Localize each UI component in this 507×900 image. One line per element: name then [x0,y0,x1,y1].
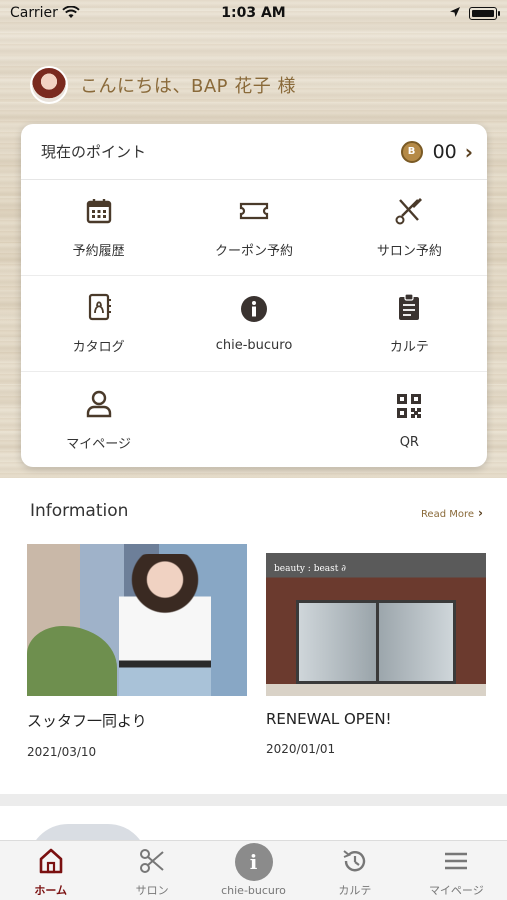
menu-label: chie-bucuro [215,338,293,353]
history-icon [341,847,369,879]
coin-icon: B [400,140,423,163]
home-icon [37,847,65,879]
information-section: Information Read More › スッタフ一同より 2021/03/… [0,478,507,794]
tab-label: chie-bucuro [221,884,286,897]
points-value: 00 [432,140,457,163]
tab-home[interactable]: ホーム [0,841,101,900]
news-date: 2020/01/01 [266,742,336,756]
menu-row: マイページ QR [21,372,487,468]
menu-karte[interactable]: カルテ [332,276,487,371]
tab-label: マイページ [428,884,484,897]
menu-label: カルテ [389,340,429,355]
menu-row: 予約履歴 クーポン予約 サロン予約 [21,180,487,276]
location-arrow-icon [449,6,461,22]
chevron-right-icon: › [478,506,483,520]
info-icon: i [234,843,273,881]
menu-label: QR [399,434,419,450]
news-thumbnail: beauty : beast ∂ [266,544,486,696]
menu-salon-reservation[interactable]: サロン予約 [332,180,487,275]
news-headline: RENEWAL OPEN! [266,710,392,728]
chevron-right-icon: › [464,139,473,164]
menu-empty-cell [176,372,331,468]
status-bar: Carrier 1:03 AM [0,0,507,26]
status-time: 1:03 AM [221,5,286,21]
read-more-link[interactable]: Read More › [421,506,483,520]
tab-karte[interactable]: カルテ [304,841,405,900]
catalog-book-icon [84,292,114,326]
menu-coupon-reservation[interactable]: クーポン予約 [176,180,331,275]
menu-chie-bucuro[interactable]: chie-bucuro [176,276,331,371]
news-thumbnail [27,544,247,696]
ticket-icon [232,196,276,230]
news-item[interactable]: スッタフ一同より 2021/03/10 [27,544,247,759]
tab-label: サロン [135,884,169,897]
greeting: こんにちは、BAP 花子 様 [30,66,296,104]
tab-label: ホーム [34,884,68,897]
information-title: Information [30,501,129,521]
storefront-sign-text: beauty : beast ∂ [274,564,346,574]
menu-reservation-history[interactable]: 予約履歴 [21,180,176,275]
battery-icon [469,7,500,20]
menu-mypage[interactable]: マイページ [21,372,176,468]
scissors-comb-icon [394,196,424,230]
tab-label: カルテ [338,884,372,897]
news-item[interactable]: beauty : beast ∂ RENEWAL OPEN! 2020/01/0… [266,544,486,756]
clipboard-icon [394,292,424,326]
menu-qr[interactable]: QR [332,372,487,468]
info-icon [239,294,269,328]
menu-catalog[interactable]: カタログ [21,276,176,371]
menu-label: マイページ [66,436,132,452]
scissors-icon [138,847,166,879]
menu-label: 予約履歴 [72,244,125,259]
tab-bar: ホーム サロン i chie-bucuro カルテ マイページ [0,840,507,900]
tab-salon[interactable]: サロン [101,841,202,900]
menu-label: カタログ [72,340,125,355]
menu-label: サロン予約 [376,244,442,259]
tab-chie-bucuro[interactable]: i chie-bucuro [203,841,304,900]
points-header[interactable]: 現在のポイント B 00 › [21,124,487,180]
greeting-text: こんにちは、BAP 花子 様 [80,76,296,97]
points-title: 現在のポイント [41,143,147,161]
news-headline: スッタフ一同より [27,712,147,730]
avatar[interactable] [30,66,68,104]
tab-mypage[interactable]: マイページ [406,841,507,900]
user-icon [84,389,114,423]
menu-label: クーポン予約 [214,244,293,259]
qr-code-icon [394,391,424,425]
points-card: 現在のポイント B 00 › 予約履歴 クーポン予約 サロン予約 カタログ ch… [21,124,487,467]
calendar-icon [84,196,114,230]
news-date: 2021/03/10 [27,745,97,759]
menu-icon [442,847,470,879]
read-more-label: Read More [420,509,475,520]
menu-row: カタログ chie-bucuro カルテ [21,276,487,372]
